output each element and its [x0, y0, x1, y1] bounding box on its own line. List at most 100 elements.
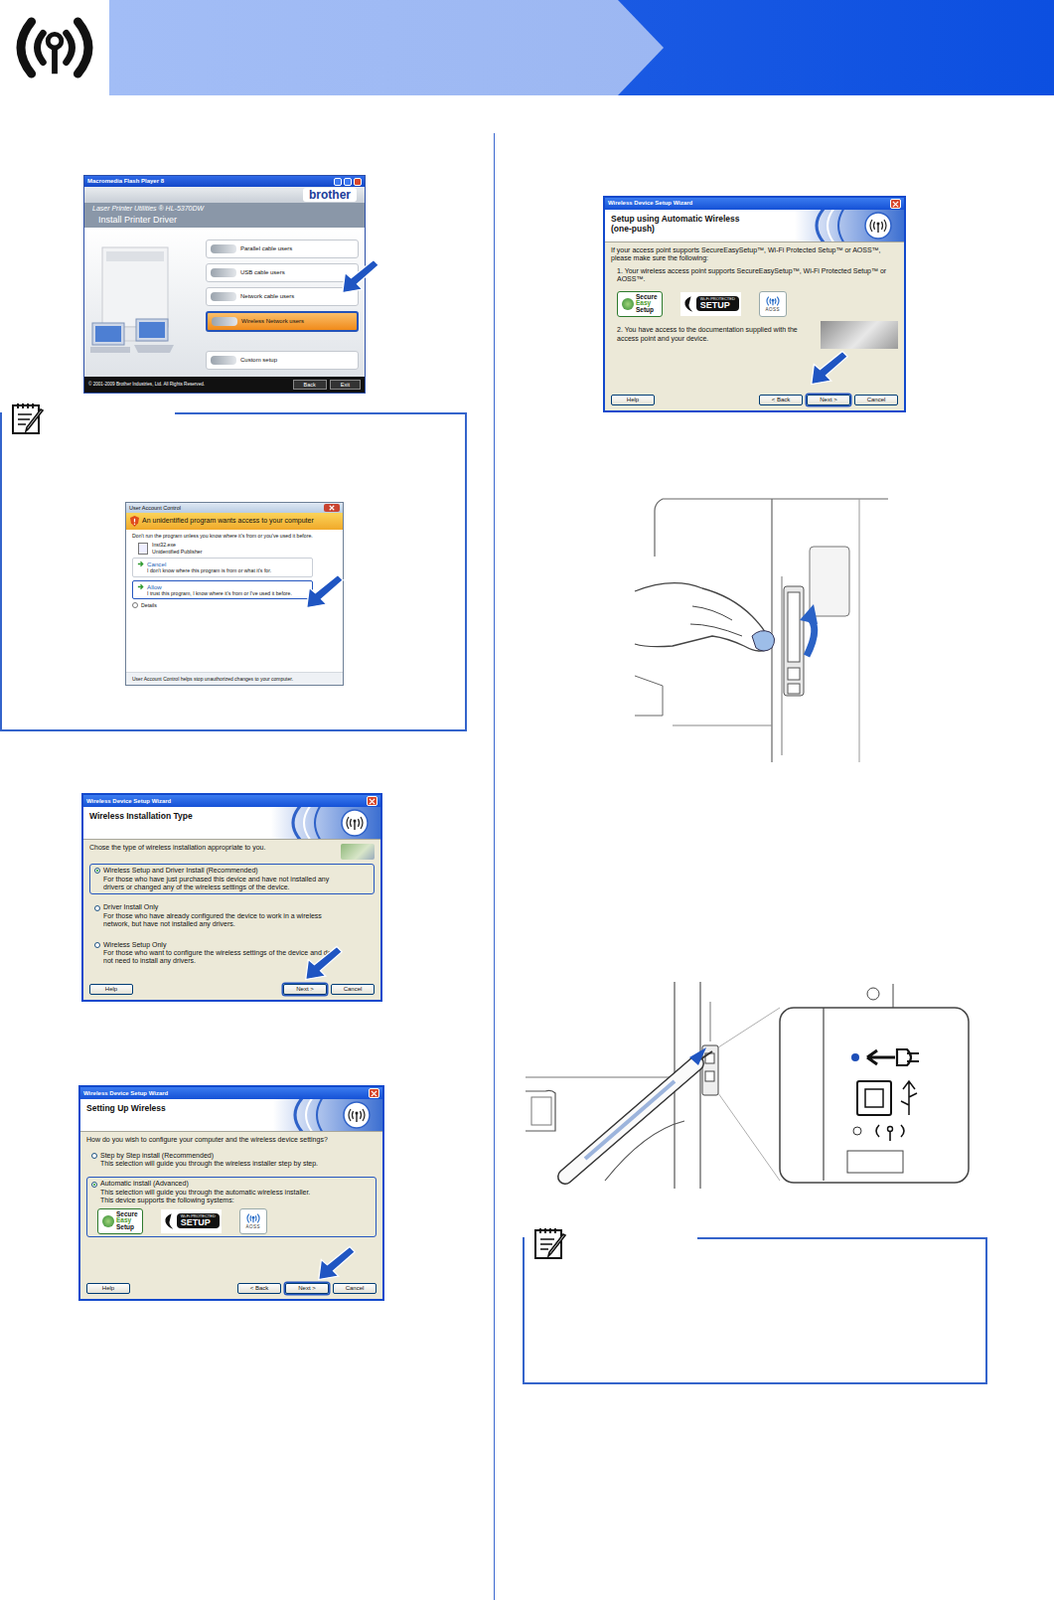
- help-button[interactable]: Help: [86, 1282, 131, 1294]
- close-icon[interactable]: [368, 1087, 380, 1098]
- wireless-waves-icon: [794, 209, 904, 242]
- close-icon[interactable]: [366, 795, 378, 806]
- product-name: Laser Printer Utilities ® HL-5370DW: [84, 202, 365, 215]
- radio-group: Step by Step install (Recommended) This …: [86, 1148, 377, 1237]
- installer-option[interactable]: Parallel cable users: [205, 239, 359, 259]
- window-title: Wireless Device Setup Wizard: [86, 797, 171, 805]
- ses-circle-icon: [621, 298, 634, 310]
- note-pad-icon: [9, 400, 46, 437]
- installer-button[interactable]: Exit: [329, 379, 361, 391]
- uac-choice[interactable]: Allow I trust this program, I know where…: [132, 580, 313, 601]
- title-bar: User Account Control: [126, 502, 343, 513]
- dialog-button[interactable]: Next >: [283, 983, 327, 995]
- radio-button[interactable]: [94, 904, 101, 911]
- dialog-button[interactable]: < Back: [758, 394, 803, 406]
- secure-easy-setup-logo: SecureEasySetup: [616, 291, 663, 317]
- minimize-icon[interactable]: [333, 177, 342, 186]
- title-bar: Macromedia Flash Player 8: [84, 175, 365, 187]
- window-title: Wireless Device Setup Wizard: [607, 199, 693, 207]
- pointer-arrow-icon: [340, 257, 381, 296]
- dialog-button[interactable]: Next >: [285, 1282, 329, 1294]
- close-icon[interactable]: [890, 198, 902, 209]
- note-pad-icon: [532, 1224, 569, 1261]
- title-bar: Wireless Device Setup Wizard: [80, 1086, 383, 1099]
- dialog-heading: Setup using Automatic Wireless(one-push): [604, 209, 747, 242]
- warning-band: An unidentified program wants access to …: [126, 512, 343, 530]
- dialog-button[interactable]: < Back: [237, 1282, 282, 1294]
- ses-circle-icon: [102, 1214, 115, 1227]
- cable-icon: [210, 244, 237, 254]
- radio-option[interactable]: Step by Step install (Recommended) This …: [86, 1148, 377, 1172]
- installer-button[interactable]: Back: [293, 379, 327, 391]
- installer-option[interactable]: USB cable users: [205, 263, 359, 283]
- wps-swirl-icon: [682, 294, 695, 314]
- button-row: Help < BackNext >Cancel: [610, 390, 899, 406]
- maximize-icon[interactable]: [343, 177, 352, 186]
- page-header: [0, 0, 1054, 96]
- cable-icon: [211, 316, 238, 326]
- printer-back-illustration: [632, 496, 889, 762]
- cable-icon: [210, 268, 237, 278]
- documentation-icon: [820, 320, 899, 349]
- window-title: Wireless Device Setup Wizard: [83, 1089, 168, 1097]
- close-icon[interactable]: [353, 177, 362, 186]
- dialog-button[interactable]: Cancel: [332, 1282, 377, 1294]
- installer-option[interactable]: Custom setup: [205, 350, 359, 370]
- radio-button[interactable]: [94, 867, 101, 874]
- radio-option[interactable]: Automatic install (Advanced) This select…: [86, 1176, 377, 1236]
- radio-button[interactable]: [91, 1181, 98, 1188]
- note-box: [522, 1236, 988, 1384]
- program-icon: [138, 542, 149, 555]
- installer-option[interactable]: Wireless Network users: [205, 310, 359, 332]
- header-arrow: [109, 0, 664, 96]
- wps-swirl-icon: [162, 1210, 175, 1231]
- cable-icon: [210, 292, 237, 302]
- title-bar: Wireless Device Setup Wizard: [604, 197, 904, 210]
- close-icon[interactable]: [323, 503, 340, 512]
- installation-type-dialog: Wireless Device Setup Wizard Wireless In…: [81, 792, 383, 1002]
- uac-choice[interactable]: Cancel I don't know where this program i…: [132, 557, 313, 578]
- pointer-arrow-icon: [304, 572, 345, 610]
- window-title: Macromedia Flash Player 8: [87, 177, 164, 185]
- aoss-logo: AOSS: [758, 291, 787, 317]
- wireless-waves-icon: [271, 806, 381, 839]
- radio-button[interactable]: [91, 1152, 98, 1159]
- aoss-wireless-icon: [244, 1211, 263, 1224]
- help-button[interactable]: Help: [89, 983, 134, 995]
- press-wireless-button-illustration: [525, 981, 975, 1189]
- radio-button[interactable]: [94, 941, 101, 948]
- setting-up-wireless-dialog: Wireless Device Setup Wizard Setting Up …: [78, 1084, 385, 1301]
- wireless-waves-icon: [273, 1098, 383, 1131]
- green-arrow-icon: [137, 583, 145, 591]
- left-column: Macromedia Flash Player 8 brother Laser …: [0, 95, 494, 1600]
- dialog-banner: Setup using Automatic Wireless(one-push): [604, 209, 904, 243]
- installer-heading: Install Printer Driver: [84, 214, 365, 228]
- title-bar: Wireless Device Setup Wizard: [83, 794, 381, 807]
- logo-row: SecureEasySetup Wi-Fi PROTECTED SETUP AO…: [610, 288, 899, 317]
- pointer-arrow-icon: [303, 943, 344, 982]
- header-bar: [109, 0, 1054, 96]
- dialog-heading: Wireless Installation Type: [83, 806, 199, 839]
- dialog-button[interactable]: Cancel: [854, 394, 899, 406]
- wifi-protected-setup-logo: Wi-Fi PROTECTED SETUP: [160, 1208, 222, 1233]
- radio-option[interactable]: Driver Install Only For those who have a…: [89, 900, 375, 931]
- copyright: © 2001-2009 Brother Industries, Ltd. All…: [88, 381, 205, 388]
- help-button[interactable]: Help: [610, 394, 655, 406]
- manual-page: Macromedia Flash Player 8 brother Laser …: [0, 0, 1054, 1600]
- right-column: Wireless Device Setup Wizard Setup using…: [493, 95, 1054, 1600]
- dialog-banner: Wireless Installation Type: [83, 806, 381, 840]
- aoss-wireless-icon: [763, 295, 782, 307]
- setup-illustration-icon: [340, 843, 375, 860]
- details-toggle[interactable]: Details: [132, 602, 337, 608]
- installer-option[interactable]: Network cable users: [205, 287, 359, 306]
- dialog-button[interactable]: Next >: [806, 394, 851, 406]
- uac-footer: User Account Control helps stop unauthor…: [126, 671, 343, 685]
- note-box: User Account Control An unidentified pro…: [0, 412, 467, 732]
- pointer-arrow-icon: [809, 348, 850, 387]
- button-row: Help Next >Cancel: [89, 979, 375, 995]
- wifi-protected-setup-logo: Wi-Fi PROTECTED SETUP: [680, 292, 742, 316]
- brand-logo: brother: [302, 187, 357, 202]
- chevron-icon: [132, 602, 139, 608]
- radio-option[interactable]: Wireless Setup and Driver Install (Recom…: [89, 863, 375, 895]
- dialog-button[interactable]: Cancel: [330, 983, 375, 995]
